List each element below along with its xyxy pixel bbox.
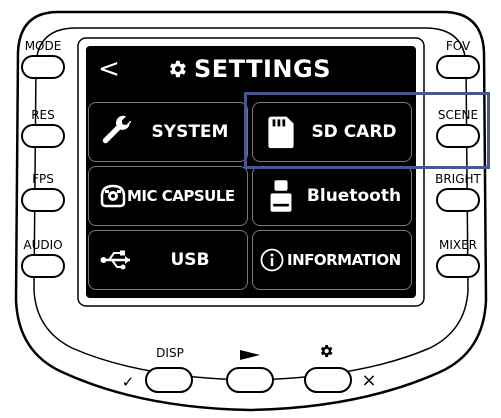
fov-label: FOV — [445, 39, 471, 53]
mode-label: MODE — [24, 39, 62, 53]
fps-label: FPS — [32, 172, 54, 186]
tile-system[interactable]: SYSTEM — [88, 102, 248, 162]
confirm-icon: ✓ — [121, 373, 135, 391]
tile-information[interactable]: INFORMATION — [252, 230, 412, 290]
res-label: RES — [31, 108, 55, 122]
screen-header: < SETTINGS — [86, 46, 416, 92]
settings-button[interactable] — [304, 367, 352, 393]
tile-usb[interactable]: USB — [88, 230, 248, 290]
audio-label: AUDIO — [23, 238, 63, 252]
tile-bluetooth[interactable]: Bluetooth — [252, 166, 412, 226]
page-title: SETTINGS — [194, 55, 331, 83]
play-button[interactable] — [226, 367, 274, 393]
selection-highlight — [244, 92, 490, 169]
gear-icon — [166, 58, 188, 80]
tile-label: Bluetooth — [306, 186, 402, 206]
mixer-button[interactable] — [436, 254, 480, 278]
info-icon — [259, 238, 285, 282]
wrench-icon — [95, 110, 139, 154]
back-button[interactable]: < — [96, 54, 122, 84]
res-button[interactable] — [21, 124, 65, 148]
bluetooth-adapter-icon — [259, 174, 303, 218]
usb-icon — [95, 238, 139, 282]
audio-button[interactable] — [21, 254, 65, 278]
tile-mic-capsule[interactable]: MIC CAPSULE — [88, 166, 248, 226]
cancel-icon: × — [361, 370, 377, 391]
disp-label: DISP — [156, 346, 184, 360]
tile-label: SYSTEM — [151, 122, 229, 142]
mic-capsule-icon — [95, 174, 131, 218]
tile-label: USB — [170, 250, 210, 270]
disp-button[interactable] — [145, 367, 193, 393]
fps-button[interactable] — [21, 188, 65, 212]
title-bar: SETTINGS — [166, 52, 331, 86]
gear-icon — [318, 343, 334, 363]
bright-button[interactable] — [436, 188, 480, 212]
settings-screen: < SETTINGS SYSTEM SD CARD MIC CAPSULE Bl… — [86, 46, 416, 298]
mode-button[interactable] — [21, 55, 65, 79]
fov-button[interactable] — [436, 55, 480, 79]
bright-label: BRIGHT — [435, 172, 481, 186]
mixer-label: MIXER — [438, 238, 478, 252]
tile-label: MIC CAPSULE — [127, 187, 235, 205]
play-icon — [240, 347, 260, 366]
tile-label: INFORMATION — [287, 251, 401, 269]
